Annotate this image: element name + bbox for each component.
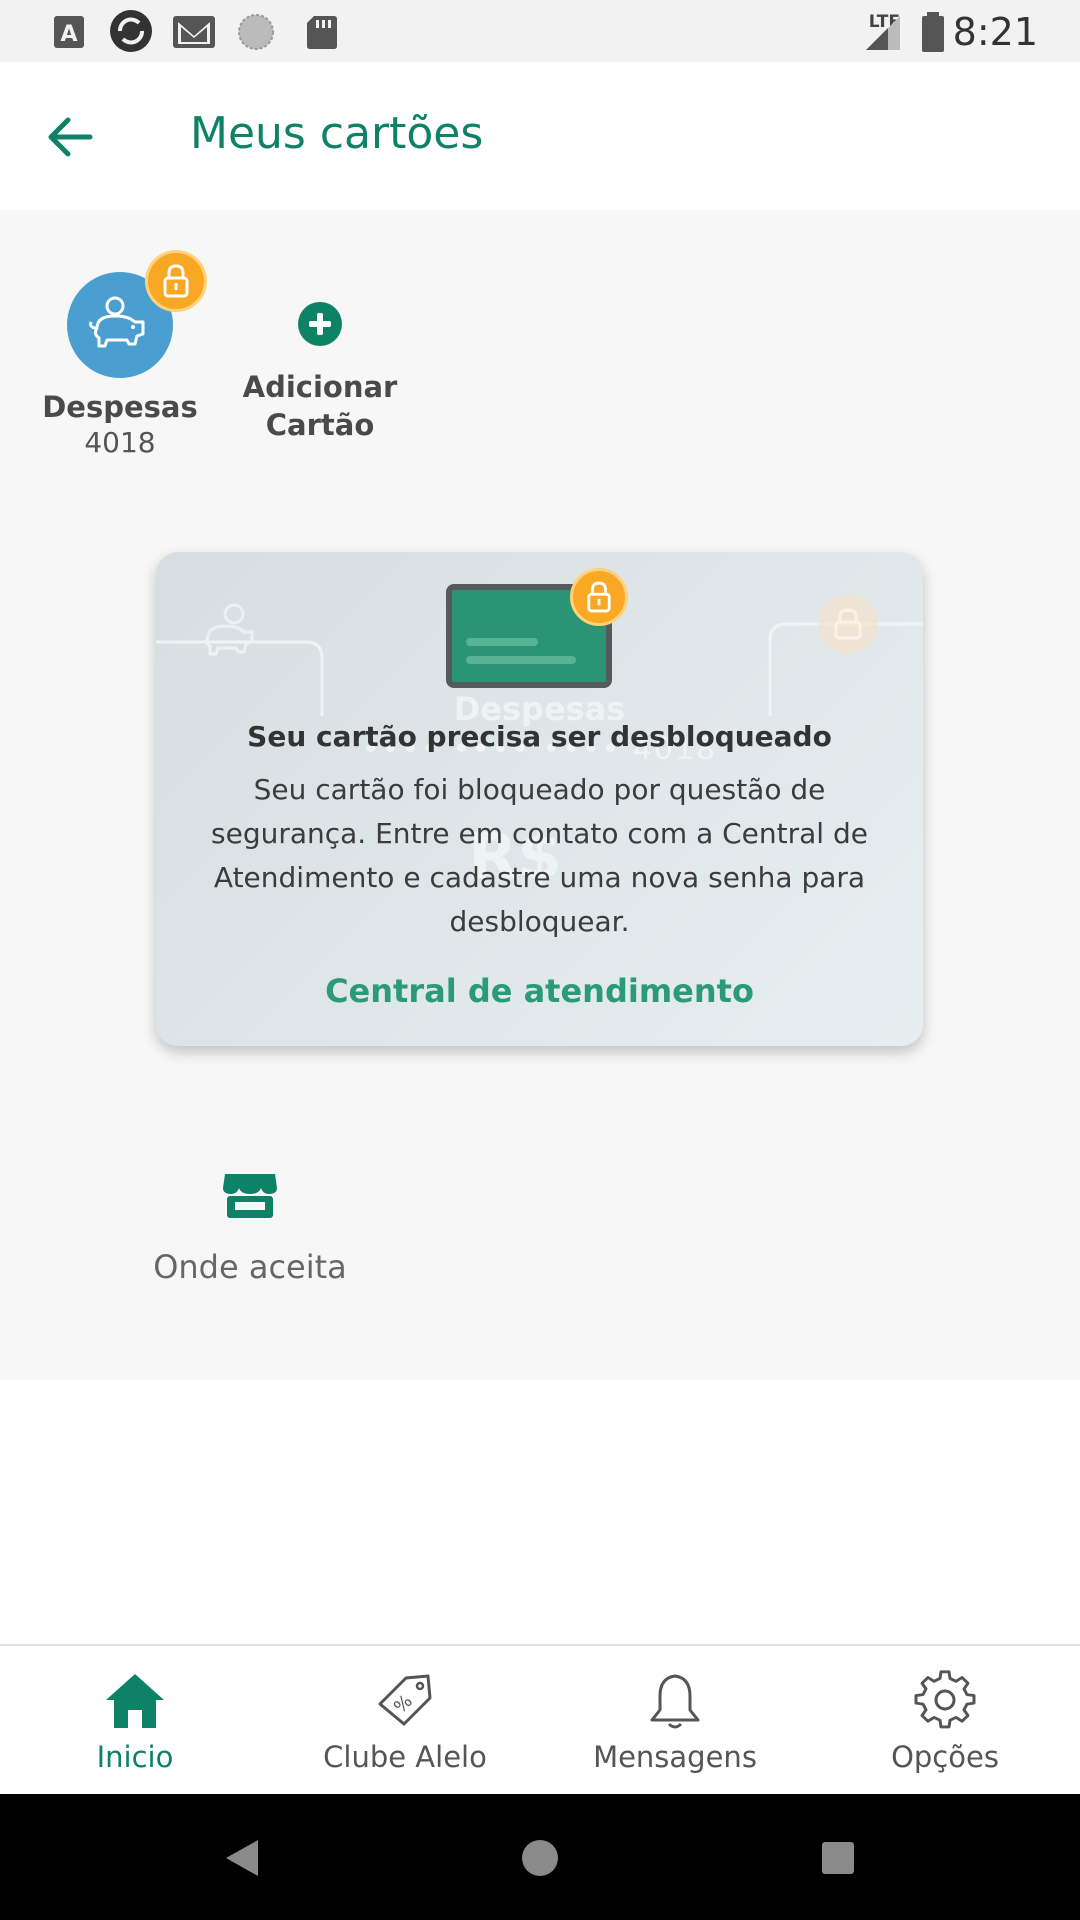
gear-icon [914,1670,976,1729]
lock-icon [163,264,189,298]
circle-icon [238,14,274,50]
piggy-bank-icon [89,296,145,348]
nav-label: Mensagens [593,1740,757,1774]
nav-item-opcoes[interactable]: Opções [810,1646,1080,1796]
blocked-message: Seu cartão foi bloqueado por questão de … [211,773,868,938]
bottom-nav: Inicio % Clube Alelo Mensagens Opções [0,1644,1080,1794]
card-illustration-line [466,638,538,646]
store-icon [223,1174,277,1218]
system-nav-bar [0,1794,1080,1920]
blocked-card-panel: Despesas •••• •••• •••• 4018 R$ Seu cart… [156,552,923,1046]
home-circle-icon[interactable] [512,1830,568,1886]
signal-icon [866,16,900,50]
arrow-left-icon[interactable] [40,104,106,170]
card-illustration-line [466,656,576,664]
card-name: Despesas [42,390,198,424]
svg-text:A: A [60,22,77,47]
card-number: 4018 [84,426,156,459]
add-card-button[interactable]: Adicionar Cartão [230,302,410,444]
plus-circle-icon [298,302,342,346]
nav-item-clube-alelo[interactable]: % Clube Alelo [270,1646,540,1796]
sync-icon [110,10,152,52]
app-bar: Meus cartões [0,62,1080,210]
content-area: Despesas 4018 Adicionar Cartão Despesas … [0,210,1080,1380]
card-avatar [67,250,207,378]
lock-badge [570,568,628,626]
nav-label: Clube Alelo [323,1740,487,1774]
onde-aceita-label: Onde aceita [153,1248,347,1286]
add-card-label: Adicionar Cartão [242,370,398,442]
bell-icon [650,1674,700,1729]
lock-icon [587,581,611,613]
clock: 8:21 [952,10,1038,54]
home-icon [106,1674,164,1728]
gmail-icon [173,16,215,48]
central-atendimento-link[interactable]: Central de atendimento [156,972,923,1010]
back-triangle-icon[interactable] [214,1830,270,1886]
page-title: Meus cartões [190,108,484,159]
recents-square-icon[interactable] [810,1830,866,1886]
lock-badge [145,250,207,312]
status-bar: A LTE 8:21 [0,0,1080,62]
nav-label: Inicio [96,1740,174,1774]
onde-aceita-button[interactable]: Onde aceita [130,1170,370,1286]
card-item-despesas[interactable]: Despesas 4018 [30,250,210,459]
card-illustration [446,568,628,688]
sd-card-icon [307,16,337,49]
discount-tag-icon: % [378,1674,432,1726]
blocked-title: Seu cartão precisa ser desbloqueado [247,720,832,753]
a-icon: A [54,16,84,48]
nav-label: Opções [891,1740,999,1774]
nav-item-inicio[interactable]: Inicio [0,1646,270,1796]
nav-item-mensagens[interactable]: Mensagens [540,1646,810,1796]
battery-icon [922,12,944,52]
